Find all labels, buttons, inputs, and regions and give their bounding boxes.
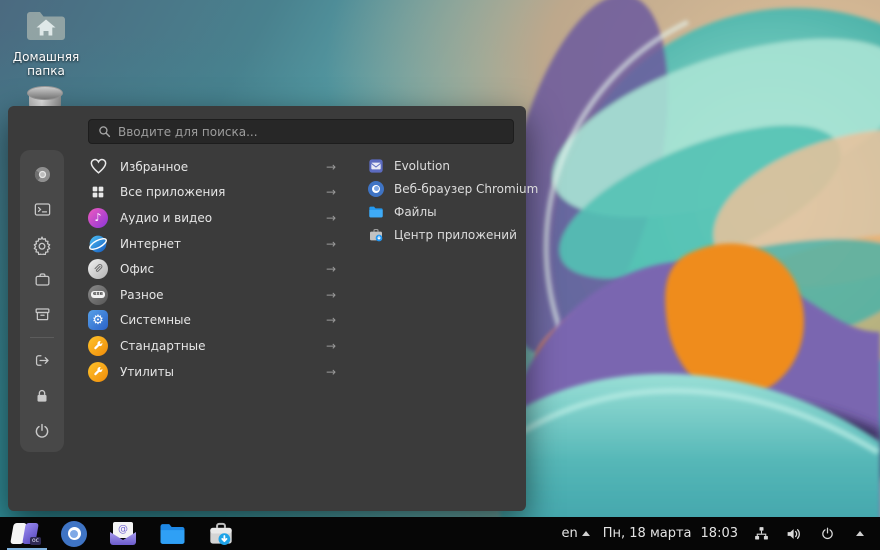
- taskbar: ос @ en Пн, 18 марта 18:03: [0, 517, 880, 550]
- logout-icon: [35, 355, 49, 366]
- category-internet[interactable]: Интернет →: [88, 231, 340, 257]
- network-icon: [754, 527, 768, 540]
- taskbar-files-button[interactable]: [157, 519, 187, 549]
- arrow-right-icon: →: [325, 338, 336, 353]
- wrench-icon: [88, 335, 108, 356]
- power-icon: [35, 423, 49, 438]
- volume-button[interactable]: [784, 523, 804, 545]
- clock-date: Пн, 18 марта: [602, 526, 692, 541]
- active-indicator: [7, 547, 47, 550]
- sidebar-lock-button[interactable]: [24, 378, 60, 413]
- heart-icon: [88, 157, 108, 177]
- category-office[interactable]: Офис →: [88, 256, 340, 282]
- arrow-right-icon: →: [325, 364, 336, 379]
- tray-expand-button[interactable]: [850, 523, 870, 545]
- app-software-center[interactable]: Центр приложений: [368, 223, 526, 246]
- sidebar-logout-button[interactable]: [24, 343, 60, 378]
- clock[interactable]: Пн, 18 марта 18:03: [603, 526, 738, 541]
- network-button[interactable]: [751, 523, 771, 545]
- chromium-icon: [61, 520, 87, 547]
- evolution-mail-icon: @: [110, 522, 136, 545]
- gear-icon: [33, 235, 51, 255]
- paperclip-icon: [88, 259, 108, 280]
- menu-sidebar: [20, 150, 64, 452]
- category-utilities[interactable]: Утилиты →: [88, 359, 340, 385]
- taskbar-tray: en Пн, 18 марта 18:03: [562, 523, 871, 545]
- keyboard-layout-indicator[interactable]: en: [562, 526, 590, 541]
- home-folder-icon: [27, 12, 65, 40]
- arrow-right-icon: →: [325, 210, 336, 225]
- speaker-icon: [787, 528, 800, 539]
- arrow-right-icon: →: [325, 313, 336, 328]
- category-accessories[interactable]: Стандартные →: [88, 333, 340, 359]
- menu-button[interactable]: ос: [7, 519, 47, 550]
- arrow-right-icon: →: [325, 287, 336, 302]
- terminal-icon: [34, 203, 50, 216]
- chevron-up-icon: [856, 531, 864, 536]
- grid-icon: [88, 182, 108, 202]
- folder-icon: [368, 204, 384, 220]
- category-favorites[interactable]: Избранное →: [88, 154, 340, 180]
- taskbar-software-center-button[interactable]: [206, 519, 236, 549]
- menu-category-list: Избранное → Все приложения → ♪ Аудио и в…: [88, 154, 340, 384]
- exe-icon: exe: [88, 284, 108, 305]
- category-system[interactable]: ⚙ Системные →: [88, 308, 340, 334]
- software-center-icon: [368, 227, 384, 243]
- evolution-icon: [368, 158, 384, 174]
- power-button[interactable]: [817, 523, 837, 545]
- search-input[interactable]: [118, 124, 504, 139]
- archive-box-icon: [35, 308, 49, 321]
- application-menu-panel: Избранное → Все приложения → ♪ Аудио и в…: [8, 106, 538, 511]
- sidebar-browser-button[interactable]: [24, 157, 60, 192]
- category-all-applications[interactable]: Все приложения →: [88, 180, 340, 206]
- arrow-right-icon: →: [325, 159, 336, 174]
- keyboard-layout-label: en: [561, 526, 578, 541]
- sidebar-briefcase-button[interactable]: [24, 262, 60, 297]
- wrench-icon: [88, 361, 108, 382]
- system-gear-icon: ⚙: [88, 310, 108, 331]
- briefcase-icon: [35, 273, 49, 286]
- taskbar-launchers: ос @: [7, 519, 236, 550]
- sidebar-power-button[interactable]: [24, 413, 60, 448]
- app-chromium[interactable]: Веб-браузер Chromium: [368, 177, 538, 200]
- search-icon: [99, 126, 111, 138]
- chevron-up-icon: [581, 531, 590, 536]
- arrow-right-icon: →: [325, 262, 336, 277]
- power-icon: [821, 527, 833, 540]
- lock-icon: [37, 389, 47, 402]
- sidebar-archive-button[interactable]: [24, 297, 60, 332]
- software-center-icon: [210, 522, 232, 545]
- chromium-icon: [368, 180, 384, 197]
- app-files[interactable]: Файлы: [368, 200, 526, 223]
- arrow-right-icon: →: [325, 236, 336, 251]
- globe-icon: [88, 234, 108, 254]
- taskbar-chromium-button[interactable]: [59, 519, 89, 549]
- chromium-gray-icon: [34, 166, 50, 183]
- home-folder-label: Домашняя папка: [12, 50, 80, 78]
- music-icon: ♪: [88, 207, 108, 228]
- desktop-icon-home-folder[interactable]: Домашняя папка: [0, 8, 92, 78]
- category-misc[interactable]: exe Разное →: [88, 282, 340, 308]
- rosa-os-logo-icon: ос: [10, 522, 41, 546]
- taskbar-evolution-button[interactable]: @: [108, 519, 138, 549]
- trash-lid: [27, 86, 63, 100]
- sidebar-separator: [30, 337, 54, 338]
- sidebar-terminal-button[interactable]: [24, 192, 60, 227]
- category-audio-video[interactable]: ♪ Аудио и видео →: [88, 205, 340, 231]
- arrow-right-icon: →: [325, 185, 336, 200]
- menu-app-list: Evolution Веб-браузер Chromium Файлы Цен…: [368, 154, 538, 246]
- folder-icon: [160, 523, 184, 544]
- sidebar-settings-button[interactable]: [24, 227, 60, 262]
- app-evolution[interactable]: Evolution: [368, 154, 526, 177]
- clock-time: 18:03: [700, 526, 738, 541]
- menu-search-bar[interactable]: [88, 119, 514, 144]
